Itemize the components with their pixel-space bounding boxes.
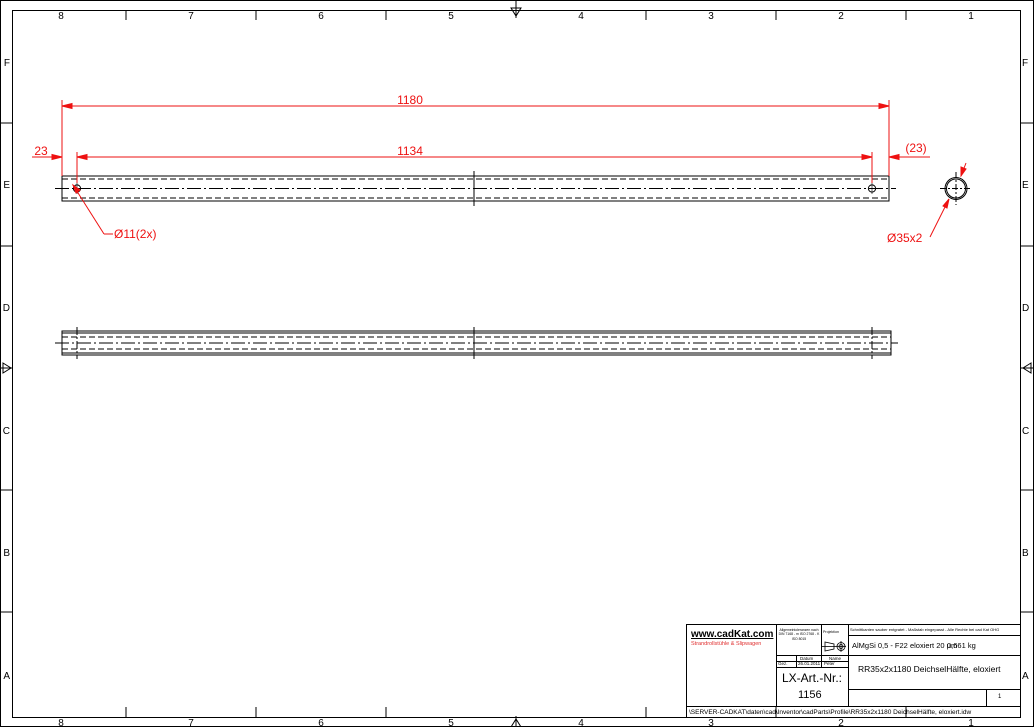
zone-col-1-top: 1 bbox=[968, 11, 974, 22]
general-tolerance-note: Allgemeintoleranzen nach DIN 7168 - m IS… bbox=[778, 628, 820, 641]
dim-hole-spacing: 1134 bbox=[397, 144, 423, 158]
drawn-date: 26.01.2011 bbox=[798, 661, 821, 666]
tube-front-view bbox=[55, 327, 898, 359]
zone-row-b-left: B bbox=[3, 548, 10, 559]
drawing-sheet: 8 7 6 5 4 3 2 1 8 7 6 5 4 3 2 1 F E D C … bbox=[0, 0, 1034, 727]
zone-col-1-bottom: 1 bbox=[968, 718, 974, 727]
sheet-number: 1 bbox=[998, 694, 1002, 700]
zone-col-7-bottom: 7 bbox=[188, 718, 194, 727]
drawing-frame bbox=[12, 10, 1021, 718]
center-marks bbox=[0, 0, 1034, 727]
zone-col-5-top: 5 bbox=[448, 11, 454, 22]
dim-section-callout: Ø35x2 bbox=[887, 231, 923, 245]
general-note: Schnittkanten sauber entgratet - Maßstab… bbox=[850, 627, 1000, 632]
zone-ticks bbox=[0, 10, 1034, 717]
drawn-by: Peter bbox=[824, 661, 835, 666]
drawing-title: RR35x2x1180 DeichselHälfte, eloxiert bbox=[858, 664, 1001, 674]
zone-col-3-bottom: 3 bbox=[708, 718, 714, 727]
zone-row-b-right: B bbox=[1022, 548, 1029, 559]
zone-col-6-bottom: 6 bbox=[318, 718, 324, 727]
dim-right-offset: (23) bbox=[905, 141, 926, 155]
zone-col-4-bottom: 4 bbox=[578, 718, 584, 727]
zone-row-d-left: D bbox=[3, 303, 10, 314]
zone-row-e-right: E bbox=[1022, 180, 1029, 191]
zone-col-7-top: 7 bbox=[188, 11, 194, 22]
dim-hole-callout: Ø11(2x) bbox=[114, 227, 156, 241]
projection-label: Projektion bbox=[823, 630, 839, 634]
zone-row-f-right: F bbox=[1022, 58, 1028, 69]
zone-row-c-left: C bbox=[3, 426, 10, 437]
zone-col-2-bottom: 2 bbox=[838, 718, 844, 727]
zone-row-a-left: A bbox=[3, 671, 10, 682]
zone-col-8-top: 8 bbox=[58, 11, 64, 22]
part-mass: 0,661 kg bbox=[947, 641, 976, 650]
zone-row-f-left: F bbox=[4, 58, 10, 69]
zone-col-5-bottom: 5 bbox=[448, 718, 454, 727]
company-tagline: Strandrollstühle & Slipwagen bbox=[691, 641, 762, 647]
article-number: 1156 bbox=[798, 689, 822, 701]
projection-symbol-icon bbox=[822, 641, 846, 652]
section-view bbox=[940, 172, 972, 205]
tube-top-view bbox=[55, 171, 896, 206]
zone-row-d-right: D bbox=[1022, 303, 1029, 314]
article-number-label: LX-Art.-Nr.: bbox=[782, 671, 843, 685]
drawn-row-label: Gez. bbox=[778, 661, 788, 666]
material-spec: AlMgSi 0,5 - F22 eloxiert 20 µm bbox=[852, 641, 958, 650]
zone-row-c-right: C bbox=[1022, 426, 1029, 437]
dim-overall-length: 1180 bbox=[397, 93, 423, 107]
company-website[interactable]: www.cadKat.com bbox=[691, 629, 773, 640]
dim-left-offset: 23 bbox=[34, 144, 48, 158]
zone-col-3-top: 3 bbox=[708, 11, 714, 22]
zone-col-8-bottom: 8 bbox=[58, 718, 64, 727]
zone-row-a-right: A bbox=[1022, 671, 1029, 682]
zone-col-6-top: 6 bbox=[318, 11, 324, 22]
zone-col-2-top: 2 bbox=[838, 11, 844, 22]
zone-row-e-left: E bbox=[3, 180, 10, 191]
dimension-lines bbox=[32, 100, 967, 238]
zone-col-4-top: 4 bbox=[578, 11, 584, 22]
sheet-border bbox=[0, 0, 1034, 727]
file-path: \SERVER-CADKAT\daten\cad\Inventor\cadPar… bbox=[689, 709, 972, 716]
